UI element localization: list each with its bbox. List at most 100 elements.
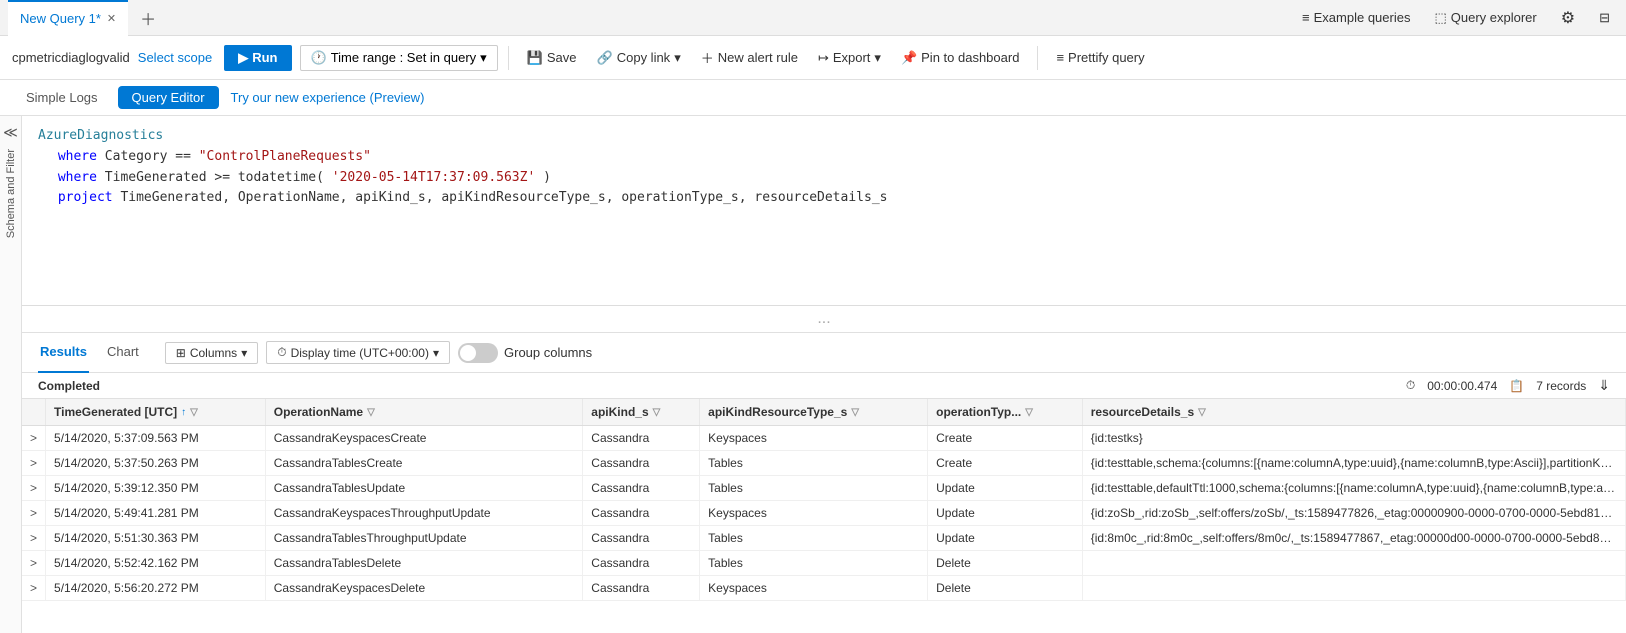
expand-cell[interactable]: > <box>22 426 46 451</box>
cell-apikindresource-3: Keyspaces <box>700 501 928 526</box>
time-icon: ⏱ <box>1406 378 1415 393</box>
cell-apikindresource-1: Tables <box>700 451 928 476</box>
chevron-down-icon-5: ▾ <box>433 346 439 360</box>
prettify-query-button[interactable]: ≡ Prettify query <box>1048 46 1152 69</box>
expand-cell[interactable]: > <box>22 576 46 601</box>
tab-new-query-1[interactable]: New Query 1* ✕ <box>8 0 128 36</box>
filter-icon-op[interactable]: ▽ <box>367 407 375 418</box>
tab-label: New Query 1* <box>20 11 101 26</box>
query-editor-tab[interactable]: Query Editor <box>118 86 219 109</box>
sort-asc-icon[interactable]: ↑ <box>181 407 186 418</box>
query-project: project <box>58 190 113 205</box>
group-columns-toggle[interactable] <box>458 343 498 363</box>
query-table-name: AzureDiagnostics <box>38 128 163 143</box>
group-columns-label: Group columns <box>504 345 592 360</box>
pin-icon: 📌 <box>901 50 917 66</box>
top-tabbar: New Query 1* ✕ ＋ ≡ Example queries ⬚ Que… <box>0 0 1626 36</box>
table-row: > 5/14/2020, 5:37:09.563 PM CassandraKey… <box>22 426 1626 451</box>
columns-icon: ⊞ <box>176 346 186 360</box>
results-controls: ⊞ Columns ▾ ⏱ Display time (UTC+00:00) ▾… <box>165 341 592 364</box>
query-line-1: AzureDiagnostics <box>38 126 1610 147</box>
query-line-2: where Category == "ControlPlaneRequests" <box>38 147 1610 168</box>
th-api-kind: apiKind_s ▽ <box>583 399 700 426</box>
status-time: 00:00:00.474 <box>1427 379 1497 393</box>
query-explorer-button[interactable]: ⬚ Query explorer <box>1426 0 1544 36</box>
chart-tab[interactable]: Chart <box>105 333 141 373</box>
query-explorer-icon: ⬚ <box>1434 10 1446 26</box>
th-operation-name: OperationName ▽ <box>265 399 583 426</box>
expand-cell[interactable]: > <box>22 551 46 576</box>
cell-apikind-6: Cassandra <box>583 576 700 601</box>
layout-button[interactable]: ⊟ <box>1591 0 1618 36</box>
query-field-1: Category == <box>105 149 199 164</box>
chevron-down-icon-2: ▾ <box>674 50 681 66</box>
export-icon: ↦ <box>818 50 829 66</box>
main-toolbar: cpmetricdiaglogvalid Select scope ▶ New … <box>0 36 1626 80</box>
expand-column-header <box>22 399 46 426</box>
pin-to-dashboard-button[interactable]: 📌 Pin to dashboard <box>893 46 1027 70</box>
save-button[interactable]: 💾 Save <box>519 46 585 70</box>
left-collapse-panel[interactable]: ≪ Schema and Filter <box>0 116 22 633</box>
query-editor[interactable]: AzureDiagnostics where Category == "Cont… <box>22 116 1626 306</box>
cell-time-3: 5/14/2020, 5:49:41.281 PM <box>46 501 266 526</box>
cell-opname-5: CassandraTablesDelete <box>265 551 583 576</box>
content-area: AzureDiagnostics where Category == "Cont… <box>22 116 1626 633</box>
expand-cell[interactable]: > <box>22 526 46 551</box>
cell-apikind-4: Cassandra <box>583 526 700 551</box>
simple-logs-tab[interactable]: Simple Logs <box>12 86 112 109</box>
expand-cell[interactable]: > <box>22 451 46 476</box>
new-alert-rule-button[interactable]: ＋ New alert rule <box>693 44 806 71</box>
example-queries-icon: ≡ <box>1302 10 1310 25</box>
filter-icon-optype[interactable]: ▽ <box>1025 407 1033 418</box>
table-row: > 5/14/2020, 5:52:42.162 PM CassandraTab… <box>22 551 1626 576</box>
filter-icon-time[interactable]: ▽ <box>190 407 198 418</box>
save-icon: 💾 <box>527 50 543 66</box>
cell-time-4: 5/14/2020, 5:51:30.363 PM <box>46 526 266 551</box>
editor-drag-handle[interactable]: ... <box>22 306 1626 333</box>
expand-cell[interactable]: > <box>22 501 46 526</box>
filter-icon-resource[interactable]: ▽ <box>851 407 859 418</box>
copy-link-button[interactable]: 🔗 Copy link ▾ <box>589 46 689 70</box>
query-value-2: '2020-05-14T17:37:09.563Z' <box>332 170 536 185</box>
clock-icon: 🕐 <box>311 50 327 66</box>
settings-button[interactable]: ⚙ <box>1553 0 1583 36</box>
run-button[interactable]: ▶ New Query 1* Run <box>224 45 291 71</box>
filter-icon-api[interactable]: ▽ <box>653 407 661 418</box>
table-body: > 5/14/2020, 5:37:09.563 PM CassandraKey… <box>22 426 1626 601</box>
cell-opname-4: CassandraTablesThroughputUpdate <box>265 526 583 551</box>
export-button[interactable]: ↦ Export ▾ <box>810 46 889 70</box>
cell-apikind-0: Cassandra <box>583 426 700 451</box>
table-row: > 5/14/2020, 5:56:20.272 PM CassandraKey… <box>22 576 1626 601</box>
time-range-button[interactable]: 🕐 Time range : Set in query ▾ <box>300 45 498 71</box>
cell-optype-1: Create <box>928 451 1083 476</box>
close-icon[interactable]: ✕ <box>107 12 116 25</box>
new-experience-link[interactable]: Try our new experience (Preview) <box>225 86 431 109</box>
add-tab-button[interactable]: ＋ <box>132 6 164 30</box>
cell-apikindresource-5: Tables <box>700 551 928 576</box>
results-table: TimeGenerated [UTC] ↑ ▽ OperationName ▽ <box>22 399 1626 601</box>
cell-apikind-2: Cassandra <box>583 476 700 501</box>
query-fields: TimeGenerated, OperationName, apiKind_s,… <box>120 190 887 205</box>
cell-apikindresource-2: Tables <box>700 476 928 501</box>
expand-results-icon[interactable]: ⇓ <box>1598 377 1610 394</box>
results-tab[interactable]: Results <box>38 333 89 373</box>
cell-apikind-1: Cassandra <box>583 451 700 476</box>
cell-opname-0: CassandraKeyspacesCreate <box>265 426 583 451</box>
filter-icon-details[interactable]: ▽ <box>1198 407 1206 418</box>
group-columns-toggle-wrap: Group columns <box>458 343 592 363</box>
table-row: > 5/14/2020, 5:51:30.363 PM CassandraTab… <box>22 526 1626 551</box>
example-queries-button[interactable]: ≡ Example queries <box>1294 0 1418 36</box>
results-table-wrap: TimeGenerated [UTC] ↑ ▽ OperationName ▽ <box>22 399 1626 633</box>
query-line-4: project TimeGenerated, OperationName, ap… <box>38 188 1610 209</box>
chevron-left-icon: ≪ <box>3 124 18 141</box>
cell-optype-5: Delete <box>928 551 1083 576</box>
cell-apikind-3: Cassandra <box>583 501 700 526</box>
completed-label: Completed <box>38 379 100 393</box>
expand-cell[interactable]: > <box>22 476 46 501</box>
columns-button[interactable]: ⊞ Columns ▾ <box>165 342 258 364</box>
toolbar-separator <box>508 46 509 70</box>
select-scope-button[interactable]: Select scope <box>138 50 212 65</box>
display-time-button[interactable]: ⏱ Display time (UTC+00:00) ▾ <box>266 341 450 364</box>
toolbar-separator-2 <box>1037 46 1038 70</box>
cell-apikindresource-6: Keyspaces <box>700 576 928 601</box>
